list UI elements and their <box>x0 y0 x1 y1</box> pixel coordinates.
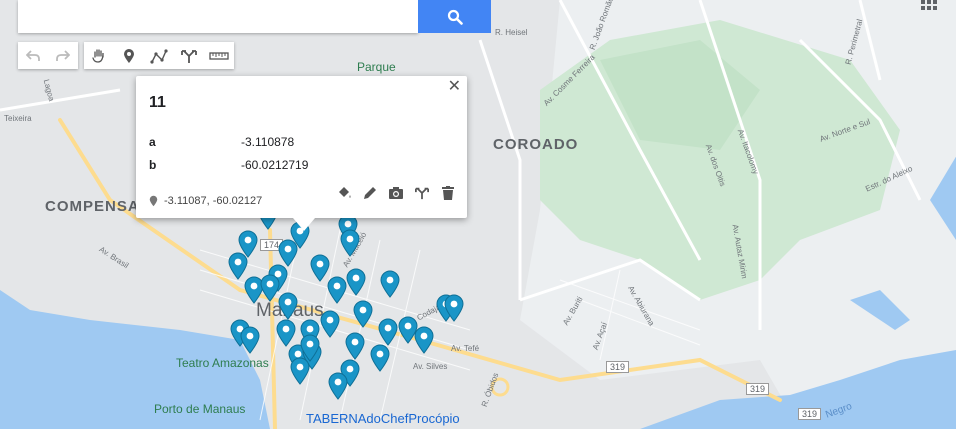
map-marker[interactable] <box>320 310 340 338</box>
route-shield-319b: 319 <box>746 383 770 395</box>
info-row-a: a -3.110878 <box>149 135 294 149</box>
search-icon <box>447 9 463 25</box>
map-label-silves: Av. Silves <box>413 362 448 371</box>
route-shield-319c: 319 <box>798 408 822 420</box>
marker-pin-icon <box>240 326 260 354</box>
info-window-title: 11 <box>149 94 166 111</box>
photo-button[interactable] <box>383 183 409 203</box>
marker-pin-icon <box>278 292 298 320</box>
map-label-heisel: R. Heisel <box>495 28 528 37</box>
redo-icon <box>56 49 70 61</box>
directions-icon <box>415 187 429 200</box>
marker-icon <box>124 48 134 63</box>
info-row-b: b -60.0212719 <box>149 158 308 172</box>
info-value: -3.110878 <box>241 135 295 149</box>
map-marker[interactable] <box>380 270 400 298</box>
map-marker[interactable] <box>370 344 390 372</box>
history-group <box>18 42 78 69</box>
marker-pin-icon <box>300 334 320 362</box>
pan-tool-button[interactable] <box>84 42 114 69</box>
add-marker-button[interactable] <box>114 42 144 69</box>
map-toolbar <box>18 42 240 69</box>
tools-group <box>84 42 234 69</box>
map-marker[interactable] <box>240 326 260 354</box>
map-marker[interactable] <box>276 319 296 347</box>
map-marker[interactable] <box>444 294 464 322</box>
marker-pin-icon <box>353 300 373 328</box>
info-key: b <box>149 158 157 172</box>
close-icon[interactable]: ✕ <box>448 76 461 96</box>
measure-button[interactable] <box>204 42 234 69</box>
marker-pin-icon <box>276 319 296 347</box>
marker-pin-icon <box>320 310 340 338</box>
map-marker[interactable] <box>346 268 366 296</box>
map-label-tefe: Av. Tefé <box>451 344 480 353</box>
marker-pin-icon <box>346 268 366 296</box>
route-button[interactable] <box>409 183 435 203</box>
map-label-teixeira: Teixeira <box>4 114 32 123</box>
redo-button[interactable] <box>48 42 78 69</box>
info-key: a <box>149 135 156 149</box>
marker-pin-icon <box>414 326 434 354</box>
pencil-icon <box>364 187 376 199</box>
info-value: -60.0212719 <box>241 158 309 172</box>
undo-icon <box>26 49 40 61</box>
paint-bucket-icon <box>339 187 351 198</box>
search-box[interactable] <box>18 0 418 33</box>
map-label-coroado: COROADO <box>493 136 579 153</box>
map-marker[interactable] <box>340 229 360 257</box>
marker-pin-icon <box>378 318 398 346</box>
location-pin-icon <box>149 195 158 207</box>
marker-pin-icon <box>380 270 400 298</box>
map-marker[interactable] <box>300 334 320 362</box>
apps-grid-icon[interactable] <box>919 0 939 14</box>
ruler-icon <box>209 51 229 60</box>
camera-icon <box>389 187 403 199</box>
undo-button[interactable] <box>18 42 48 69</box>
marker-pin-icon <box>345 332 365 360</box>
map-label-porto: Porto de Manaus <box>154 402 246 416</box>
info-actions <box>331 183 461 203</box>
marker-pin-icon <box>327 276 347 304</box>
map-label-teatro: Teatro Amazonas <box>176 356 269 370</box>
marker-pin-icon <box>370 344 390 372</box>
search-input[interactable] <box>18 0 418 31</box>
delete-button[interactable] <box>435 183 461 203</box>
hand-icon <box>92 48 104 63</box>
marker-pin-icon <box>340 229 360 257</box>
map-label-taberna[interactable]: TABERNAdoChefProcópio <box>306 411 460 426</box>
marker-pin-icon <box>444 294 464 322</box>
info-coordinates: -3.11087, -60.02127 <box>149 195 262 207</box>
search-button[interactable] <box>418 0 491 33</box>
route-shield-319a: 319 <box>606 361 630 373</box>
marker-pin-icon <box>260 274 280 302</box>
map-label-compensa: COMPENSA <box>45 198 140 215</box>
map-marker[interactable] <box>353 300 373 328</box>
map-marker[interactable] <box>278 292 298 320</box>
coordinates-text: -3.11087, -60.02127 <box>164 195 263 207</box>
trash-icon <box>442 186 454 200</box>
marker-info-window: ✕ 11 a -3.110878 b -60.0212719 -3.11087, -… <box>136 76 467 231</box>
map-marker[interactable] <box>414 326 434 354</box>
map-marker[interactable] <box>328 372 348 400</box>
style-button[interactable] <box>331 183 357 203</box>
draw-line-button[interactable] <box>144 42 174 69</box>
directions-icon <box>181 49 197 63</box>
map-marker[interactable] <box>345 332 365 360</box>
map-label-parque: Parque <box>357 60 396 74</box>
draw-line-icon <box>150 48 168 64</box>
marker-pin-icon <box>328 372 348 400</box>
directions-button[interactable] <box>174 42 204 69</box>
map-marker[interactable] <box>260 274 280 302</box>
edit-button[interactable] <box>357 183 383 203</box>
map-marker[interactable] <box>378 318 398 346</box>
map-marker[interactable] <box>327 276 347 304</box>
